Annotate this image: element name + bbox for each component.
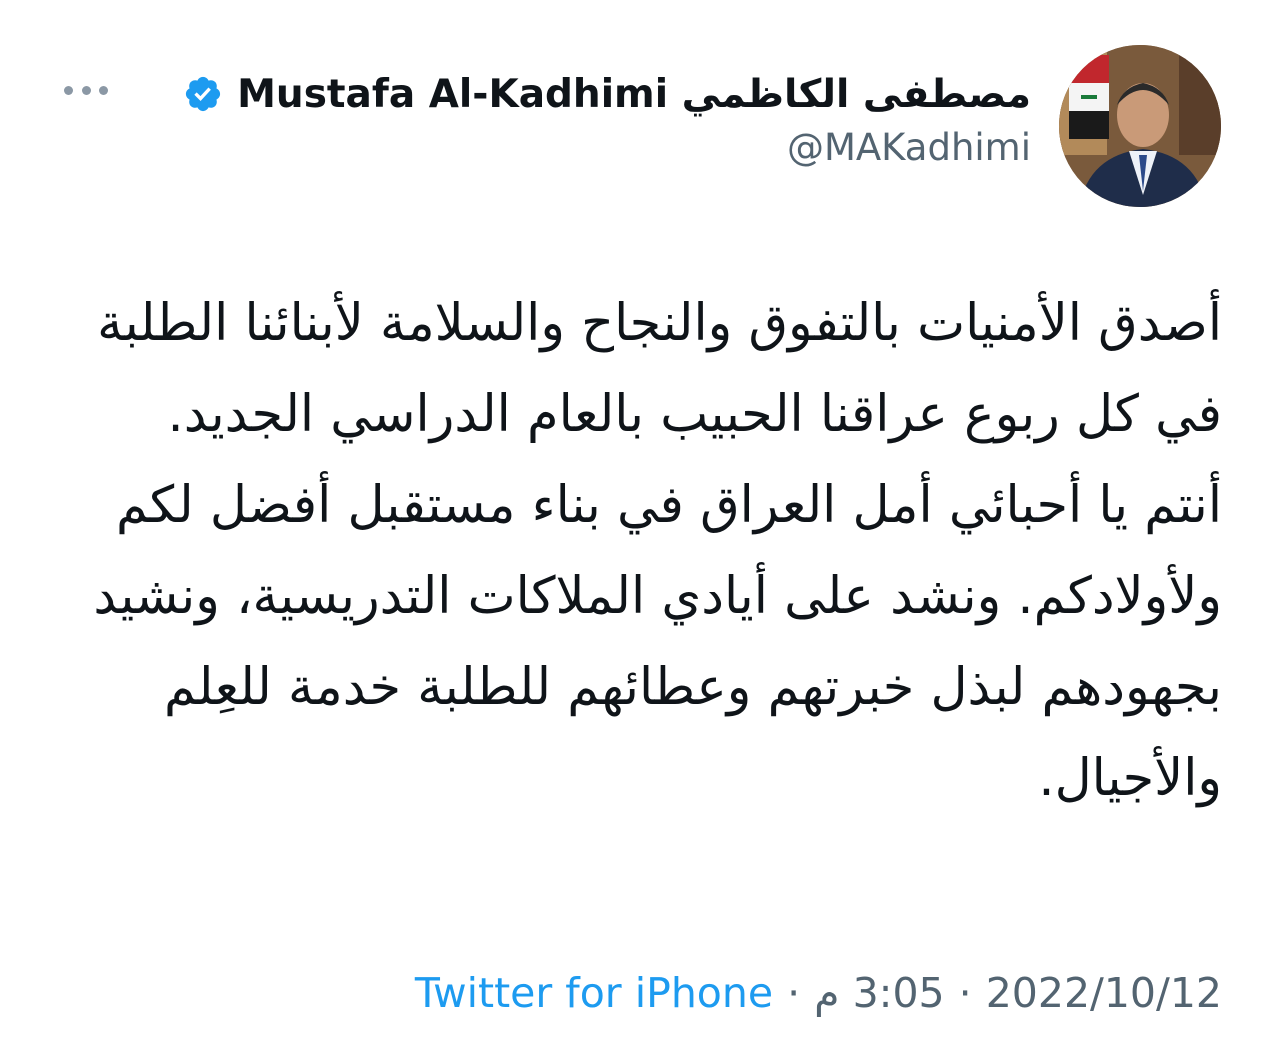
tweet-paragraph: أصدق الأمنيات بالتفوق والنجاح والسلامة ل… (80, 294, 1222, 444)
meta-separator: · (787, 969, 801, 1017)
tweet-meta: Twitter for iPhone · 3:05 م · 2022/10/12 (415, 958, 1222, 1028)
tweet-time[interactable]: 3:05 م (814, 969, 945, 1017)
tweet-paragraph: أنتم يا أحبائي أمل العراق في بناء مستقبل… (77, 476, 1222, 808)
avatar[interactable] (1059, 45, 1221, 207)
tweet-date[interactable]: 2022/10/12 (986, 969, 1222, 1017)
tweet-source-link[interactable]: Twitter for iPhone (415, 969, 773, 1017)
author-display-name: مصطفى الكاظمي Mustafa Al-Kadhimi (237, 71, 1031, 117)
author-name-row[interactable]: مصطفى الكاظمي Mustafa Al-Kadhimi (183, 66, 1031, 122)
verified-badge-icon (183, 74, 223, 114)
author-handle[interactable]: @MAKadhimi (787, 126, 1031, 169)
ellipsis-icon[interactable] (64, 76, 108, 104)
tweet-text: أصدق الأمنيات بالتفوق والنجاح والسلامة ل… (62, 278, 1222, 824)
profile-photo (1059, 45, 1221, 207)
meta-separator: · (958, 969, 972, 1017)
